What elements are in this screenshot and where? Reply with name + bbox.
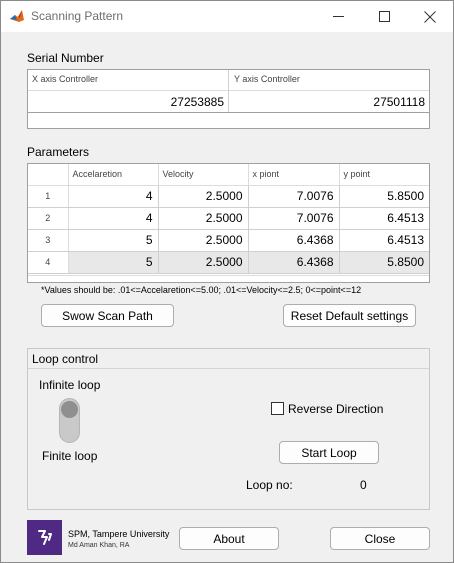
table-cell[interactable]: 5.8500 xyxy=(339,251,429,274)
loop-control-panel: Loop control xyxy=(27,348,430,510)
x-axis-controller-value[interactable]: 27253885 xyxy=(28,95,224,109)
loop-control-title: Loop control xyxy=(32,352,99,366)
serial-number-heading: Serial Number xyxy=(27,51,104,65)
loop-mode-switch[interactable] xyxy=(59,398,80,443)
table-row: 3 5 2.5000 6.4368 6.4513 xyxy=(28,229,429,252)
show-scan-path-button[interactable]: Swow Scan Path xyxy=(41,304,174,327)
table-cell[interactable]: 2.5000 xyxy=(158,229,249,252)
table-row: 2 4 2.5000 7.0076 6.4513 xyxy=(28,207,429,230)
row-index: 2 xyxy=(28,207,69,230)
y-axis-controller-value[interactable]: 27501118 xyxy=(228,95,425,109)
finite-loop-label: Finite loop xyxy=(42,449,98,463)
horizontal-scrollbar[interactable] xyxy=(28,275,429,282)
table-cell[interactable]: 6.4368 xyxy=(248,229,340,252)
close-icon xyxy=(424,10,436,23)
maximize-icon xyxy=(378,11,390,22)
minimize-icon xyxy=(332,11,344,22)
table-cell[interactable]: 7.0076 xyxy=(248,207,340,230)
x-axis-controller-header: X axis Controller xyxy=(32,74,99,84)
close-button[interactable]: Close xyxy=(330,527,430,550)
column-header-accelaretion: Accelaretion xyxy=(68,164,159,186)
switch-thumb[interactable] xyxy=(61,401,78,418)
table-row: 1 4 2.5000 7.0076 5.8500 xyxy=(28,185,429,208)
table-cell[interactable]: 6.4513 xyxy=(339,229,429,252)
row-index: 1 xyxy=(28,185,69,208)
y-axis-controller-header: Y axis Controller xyxy=(234,74,300,84)
row-index: 4 xyxy=(28,251,69,274)
row-index-header xyxy=(28,164,69,186)
loop-control-title-bar: Loop control xyxy=(28,349,429,369)
table-cell[interactable]: 2.5000 xyxy=(158,251,249,274)
column-header-x-piont: x piont xyxy=(248,164,340,186)
table-cell[interactable]: 5 xyxy=(68,251,159,274)
parameters-heading: Parameters xyxy=(27,145,90,159)
reverse-direction-checkbox[interactable] xyxy=(271,402,284,415)
minimize-button[interactable] xyxy=(315,1,361,32)
table-cell[interactable]: 7.0076 xyxy=(248,185,340,208)
start-loop-button[interactable]: Start Loop xyxy=(279,441,379,464)
app-window: Scanning Pattern Serial Number X axis Co… xyxy=(0,0,454,563)
column-header-velocity: Velocity xyxy=(158,164,249,186)
loop-number-value: 0 xyxy=(360,478,367,492)
value-range-note: *Values should be: .01<=Accelaretion<=5.… xyxy=(41,285,362,295)
close-window-button[interactable] xyxy=(407,1,453,32)
table-row: 4 5 2.5000 6.4368 5.8500 xyxy=(28,251,429,274)
window-title: Scanning Pattern xyxy=(31,9,124,23)
reset-default-settings-button[interactable]: Reset Default settings xyxy=(283,304,416,327)
infinite-loop-label: Infinite loop xyxy=(39,378,101,392)
column-divider xyxy=(228,70,229,112)
tampere-university-logo xyxy=(27,520,62,555)
row-index: 3 xyxy=(28,229,69,252)
table-cell[interactable]: 6.4513 xyxy=(339,207,429,230)
column-header-y-point: y point xyxy=(339,164,429,186)
maximize-button[interactable] xyxy=(361,1,407,32)
table-cell[interactable]: 5 xyxy=(68,229,159,252)
serial-number-table[interactable]: X axis Controller Y axis Controller 2725… xyxy=(27,69,430,129)
loop-number-label: Loop no: xyxy=(246,478,293,492)
author-name: Md Aman Khan, RA xyxy=(68,542,130,549)
title-bar[interactable]: Scanning Pattern xyxy=(1,1,453,32)
reverse-direction-label[interactable]: Reverse Direction xyxy=(288,402,383,416)
parameters-header-row: Accelaretion Velocity x piont y point xyxy=(28,164,429,186)
table-cell[interactable]: 4 xyxy=(68,185,159,208)
about-button[interactable]: About xyxy=(179,527,279,550)
table-cell[interactable]: 2.5000 xyxy=(158,207,249,230)
table-cell[interactable]: 2.5000 xyxy=(158,185,249,208)
organization-name: SPM, Tampere University xyxy=(68,529,170,539)
table-cell[interactable]: 6.4368 xyxy=(248,251,340,274)
matlab-icon xyxy=(9,8,25,24)
parameters-table[interactable]: Accelaretion Velocity x piont y point 1 … xyxy=(27,163,430,283)
table-cell[interactable]: 5.8500 xyxy=(339,185,429,208)
table-cell[interactable]: 4 xyxy=(68,207,159,230)
